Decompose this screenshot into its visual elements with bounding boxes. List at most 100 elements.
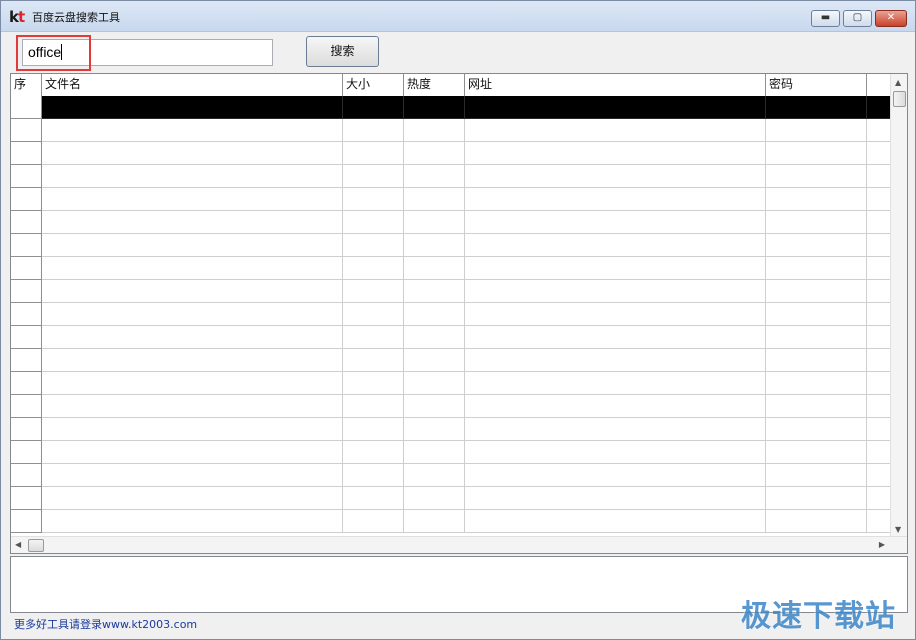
table-cell[interactable] [404, 165, 465, 188]
table-cell[interactable] [465, 142, 766, 165]
table-cell[interactable] [766, 234, 867, 257]
table-cell[interactable] [343, 280, 404, 303]
table-cell[interactable] [766, 165, 867, 188]
table-row[interactable] [11, 234, 891, 257]
search-button[interactable]: 搜索 [306, 36, 379, 67]
table-cell[interactable] [343, 119, 404, 142]
table-cell[interactable] [343, 441, 404, 464]
table-cell[interactable] [42, 142, 343, 165]
table-cell[interactable] [465, 211, 766, 234]
table-cell[interactable] [343, 395, 404, 418]
table-row[interactable] [11, 280, 891, 303]
table-cell[interactable] [343, 96, 404, 119]
table-cell[interactable] [867, 211, 891, 234]
row-index-cell[interactable] [11, 510, 42, 533]
table-row[interactable] [11, 395, 891, 418]
title-bar[interactable]: kt 百度云盘搜索工具 ▬ ▢ ✕ [1, 1, 915, 32]
vertical-scroll-thumb[interactable] [893, 91, 906, 107]
table-cell[interactable] [465, 464, 766, 487]
table-cell[interactable] [42, 188, 343, 211]
table-cell[interactable] [404, 464, 465, 487]
table-cell[interactable] [404, 510, 465, 533]
table-cell[interactable] [465, 165, 766, 188]
table-cell[interactable] [42, 418, 343, 441]
table-cell[interactable] [404, 303, 465, 326]
table-cell[interactable] [766, 303, 867, 326]
table-cell[interactable] [867, 303, 891, 326]
table-cell[interactable] [867, 188, 891, 211]
row-index-cell[interactable] [11, 142, 42, 165]
table-cell[interactable] [343, 188, 404, 211]
table-cell[interactable] [404, 280, 465, 303]
table-cell[interactable] [766, 188, 867, 211]
column-header-filename[interactable]: 文件名 [42, 74, 343, 96]
table-cell[interactable] [42, 464, 343, 487]
table-cell[interactable] [343, 165, 404, 188]
column-header-index[interactable]: 序 [11, 74, 42, 96]
close-button[interactable]: ✕ [875, 10, 907, 27]
table-row[interactable] [11, 372, 891, 395]
table-cell[interactable] [465, 441, 766, 464]
table-row[interactable] [11, 326, 891, 349]
table-cell[interactable] [766, 372, 867, 395]
table-cell[interactable] [404, 257, 465, 280]
table-cell[interactable] [465, 487, 766, 510]
table-cell[interactable] [343, 142, 404, 165]
table-cell[interactable] [343, 487, 404, 510]
table-cell[interactable] [766, 96, 867, 119]
row-index-cell[interactable] [11, 119, 42, 142]
row-index-cell[interactable] [11, 464, 42, 487]
table-cell[interactable] [766, 487, 867, 510]
table-cell[interactable] [465, 349, 766, 372]
table-cell[interactable] [867, 372, 891, 395]
table-cell[interactable] [766, 142, 867, 165]
table-cell[interactable] [867, 395, 891, 418]
row-index-cell[interactable] [11, 326, 42, 349]
table-row[interactable] [11, 510, 891, 533]
table-cell[interactable] [42, 326, 343, 349]
table-cell[interactable] [343, 418, 404, 441]
table-cell[interactable] [42, 96, 343, 119]
table-row[interactable] [11, 418, 891, 441]
table-cell[interactable] [766, 211, 867, 234]
table-cell[interactable] [867, 418, 891, 441]
column-header-size[interactable]: 大小 [343, 74, 404, 96]
table-cell[interactable] [867, 441, 891, 464]
table-cell[interactable] [867, 349, 891, 372]
table-row[interactable] [11, 257, 891, 280]
table-cell[interactable] [404, 395, 465, 418]
row-index-cell[interactable] [11, 418, 42, 441]
table-cell[interactable] [766, 464, 867, 487]
table-cell[interactable] [465, 326, 766, 349]
row-index-cell[interactable] [11, 234, 42, 257]
table-cell[interactable] [42, 257, 343, 280]
table-cell[interactable] [343, 510, 404, 533]
table-cell[interactable] [766, 418, 867, 441]
table-cell[interactable] [343, 326, 404, 349]
table-row[interactable] [11, 119, 891, 142]
table-cell[interactable] [42, 280, 343, 303]
table-cell[interactable] [404, 211, 465, 234]
table-cell[interactable] [404, 142, 465, 165]
table-cell[interactable] [42, 303, 343, 326]
table-cell[interactable] [343, 464, 404, 487]
row-index-cell[interactable] [11, 257, 42, 280]
table-cell[interactable] [404, 487, 465, 510]
table-cell[interactable] [766, 441, 867, 464]
table-cell[interactable] [465, 280, 766, 303]
column-header-password[interactable]: 密码 [766, 74, 867, 96]
scroll-right-icon[interactable]: ▶ [879, 540, 885, 549]
table-cell[interactable] [867, 464, 891, 487]
table-row[interactable] [11, 96, 891, 119]
table-row[interactable] [11, 487, 891, 510]
table-cell[interactable] [404, 119, 465, 142]
table-cell[interactable] [465, 510, 766, 533]
table-cell[interactable] [465, 96, 766, 119]
table-row[interactable] [11, 441, 891, 464]
scroll-left-icon[interactable]: ◀ [15, 540, 21, 549]
row-index-cell[interactable] [11, 280, 42, 303]
row-index-cell[interactable] [11, 96, 42, 119]
footer-link[interactable]: 更多好工具请登录www.kt2003.com [14, 616, 197, 632]
table-cell[interactable] [343, 257, 404, 280]
table-row[interactable] [11, 188, 891, 211]
